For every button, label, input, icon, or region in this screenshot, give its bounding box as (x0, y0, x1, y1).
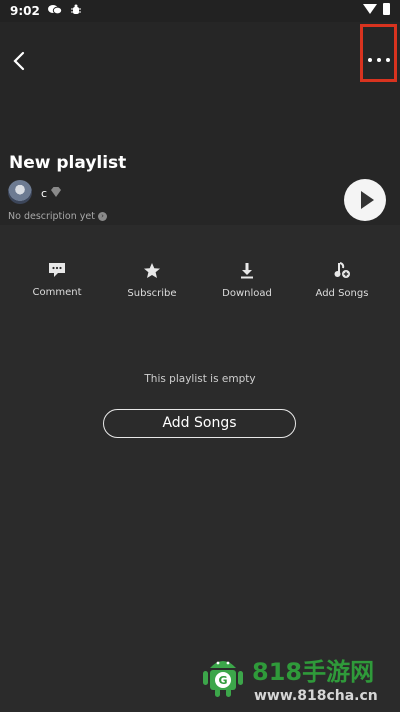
add-music-icon (334, 262, 350, 278)
add-songs-button[interactable]: Add Songs (103, 409, 296, 438)
svg-text:G: G (218, 674, 227, 687)
download-button[interactable]: Download (207, 262, 287, 299)
bug-icon (70, 4, 82, 19)
play-all-button[interactable] (344, 179, 386, 221)
comment-label: Comment (32, 287, 82, 298)
chevron-left-icon (13, 51, 25, 71)
subscribe-label: Subscribe (127, 288, 177, 299)
avatar[interactable] (8, 180, 32, 204)
star-icon (144, 263, 160, 278)
back-button[interactable] (10, 49, 30, 73)
add-songs-label: Add Songs (315, 288, 369, 299)
watermark: G 818手游网 www.818cha.cn (196, 648, 400, 712)
android-robot-icon: G (203, 661, 243, 697)
download-icon (241, 263, 253, 279)
description-text: No description yet (8, 211, 95, 222)
more-options-button[interactable] (368, 50, 390, 70)
comment-icon (49, 263, 65, 277)
empty-playlist-message: This playlist is empty (144, 373, 256, 385)
comment-button[interactable]: Comment (17, 262, 97, 298)
download-label: Download (222, 288, 272, 299)
watermark-name: 818手游网 (252, 658, 375, 686)
playlist-title: New playlist (9, 153, 127, 173)
watermark-url: www.818cha.cn (254, 688, 378, 704)
wifi-icon (363, 4, 377, 14)
status-indicators (363, 3, 390, 15)
status-time: 9:02 (10, 4, 40, 18)
vip-diamond-icon (51, 187, 61, 197)
add-songs-action-button[interactable]: Add Songs (302, 262, 382, 299)
battery-icon (383, 3, 390, 15)
playlist-description[interactable]: No description yet › (8, 211, 107, 222)
subscribe-button[interactable]: Subscribe (112, 262, 192, 299)
status-bar: 9:02 (0, 0, 400, 22)
chevron-right-icon: › (97, 212, 107, 221)
more-icon (368, 58, 372, 62)
owner-name[interactable]: c (41, 187, 47, 200)
wechat-icon (47, 4, 63, 18)
